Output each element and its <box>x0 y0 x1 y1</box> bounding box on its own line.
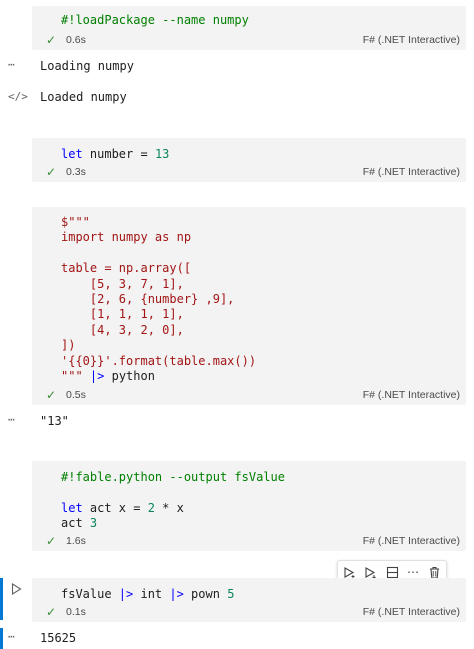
code-cell-3[interactable]: $""" import numpy as np table = np.array… <box>32 207 466 405</box>
kernel-label[interactable]: F# (.NET Interactive) <box>363 34 460 46</box>
kernel-label[interactable]: F# (.NET Interactive) <box>363 535 460 547</box>
kernel-label[interactable]: F# (.NET Interactive) <box>363 166 460 178</box>
more-icon[interactable]: ⋯ <box>8 413 15 426</box>
cell-5-status: ✓ 0.1s F# (.NET Interactive) <box>32 602 466 622</box>
output-result-2: 15625 <box>40 631 77 645</box>
execution-time: 0.5s <box>66 389 86 401</box>
code-cell-1[interactable]: #!loadPackage --name numpy ✓ 0.6s F# (.N… <box>32 6 466 50</box>
cell-4-code[interactable]: #!fable.python --output fsValue let act … <box>32 461 466 532</box>
execution-time: 0.1s <box>66 606 86 618</box>
cell-1-status: ✓ 0.6s F# (.NET Interactive) <box>32 30 466 50</box>
cell-5-code[interactable]: fsValue |> int |> pown 5 <box>32 578 466 602</box>
check-icon: ✓ <box>46 33 57 47</box>
execution-time: 0.3s <box>66 166 86 178</box>
code-icon[interactable]: </> <box>8 90 28 103</box>
output-result-1: "13" <box>40 414 69 428</box>
check-icon: ✓ <box>46 534 57 548</box>
more-icon[interactable]: ⋯ <box>8 630 15 643</box>
kernel-label[interactable]: F# (.NET Interactive) <box>363 389 460 401</box>
cell-2-code[interactable]: let number = 13 <box>32 138 466 162</box>
code-cell-4[interactable]: #!fable.python --output fsValue let act … <box>32 461 466 551</box>
check-icon: ✓ <box>46 605 57 619</box>
output-focus-indicator <box>0 628 3 649</box>
execution-time: 0.6s <box>66 34 86 46</box>
code-cell-5[interactable]: fsValue |> int |> pown 5 ✓ 0.1s F# (.NET… <box>32 578 466 622</box>
run-icon[interactable] <box>11 582 22 600</box>
cell-4-status: ✓ 1.6s F# (.NET Interactive) <box>32 531 466 551</box>
check-icon: ✓ <box>46 165 57 179</box>
code-cell-2[interactable]: let number = 13 ✓ 0.3s F# (.NET Interact… <box>32 138 466 182</box>
cell-3-status: ✓ 0.5s F# (.NET Interactive) <box>32 385 466 405</box>
output-loaded: Loaded numpy <box>40 90 127 104</box>
kernel-label[interactable]: F# (.NET Interactive) <box>363 606 460 618</box>
execution-time: 1.6s <box>66 535 86 547</box>
output-loading: Loading numpy <box>40 59 134 73</box>
cell-focus-indicator <box>0 578 3 620</box>
more-icon[interactable]: ⋯ <box>8 58 15 71</box>
cell-1-code[interactable]: #!loadPackage --name numpy <box>32 6 466 28</box>
check-icon: ✓ <box>46 388 57 402</box>
cell-3-code[interactable]: $""" import numpy as np table = np.array… <box>32 207 466 384</box>
cell-2-status: ✓ 0.3s F# (.NET Interactive) <box>32 162 466 182</box>
